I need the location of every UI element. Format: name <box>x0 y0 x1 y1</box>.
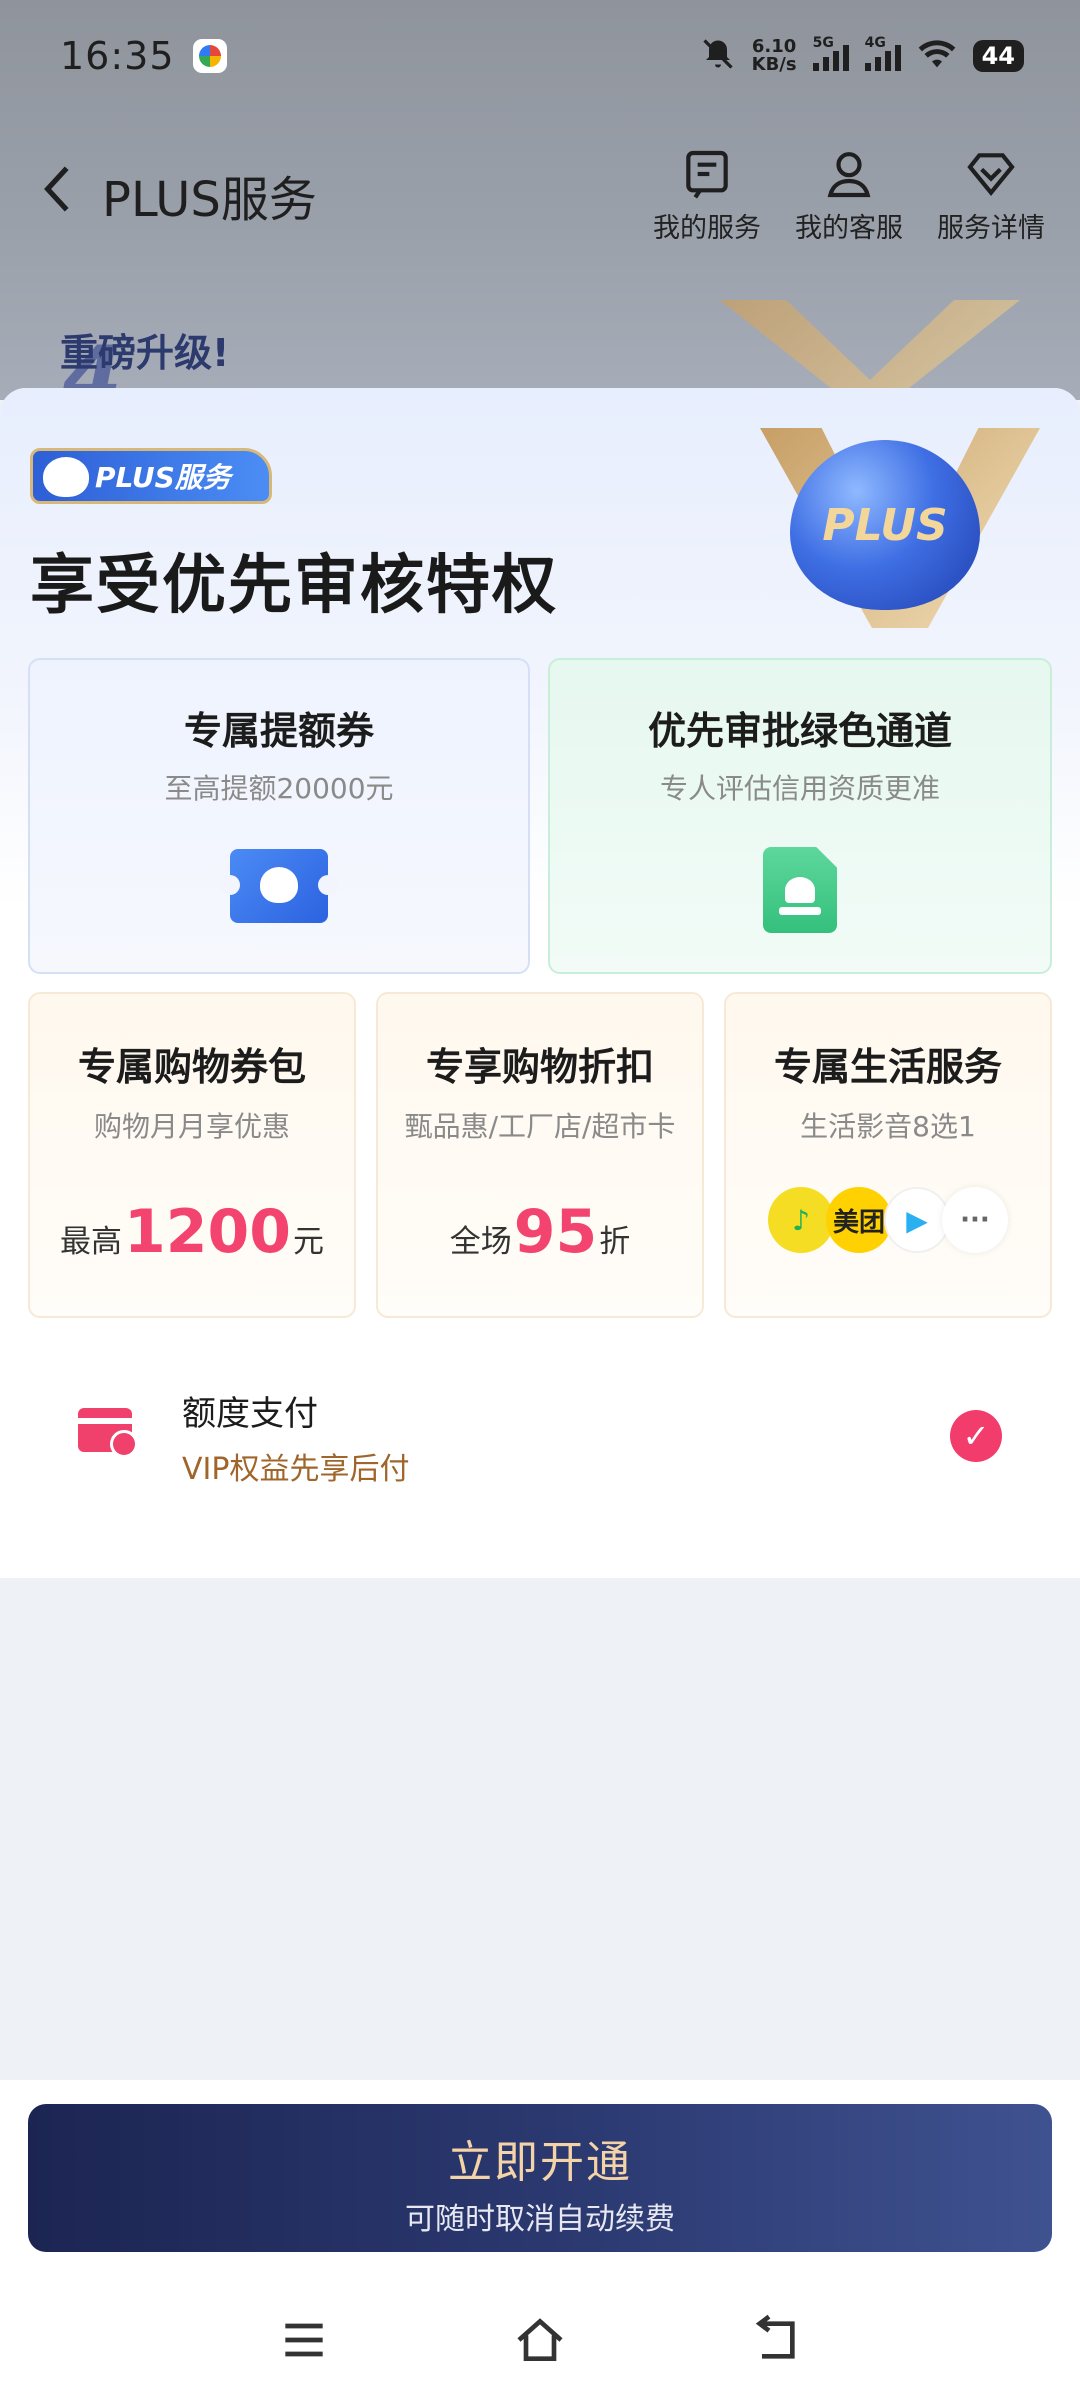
price-suffix: 元 <box>293 1224 324 1260</box>
banner-v-graphic <box>720 300 1020 400</box>
background-page: 16:35 6.10 KB/s 5G 4G 44 PLUS服务 我的服务 我的客… <box>0 0 1080 428</box>
cta-main-label: 立即开通 <box>448 2137 632 2188</box>
net-speed: 6.10 KB/s <box>752 38 797 74</box>
payment-option-credit-pay[interactable]: 额度支付 VIP权益先享后付 ✓ <box>28 1338 1052 1532</box>
app-notification-icon <box>192 39 227 73</box>
price-text: 全场95折 <box>378 1197 702 1267</box>
page-title: PLUS服务 <box>102 172 317 228</box>
banner-headline: 重磅升级! <box>60 331 230 375</box>
document-stamp-icon <box>763 847 837 933</box>
meituan-icon: 美团 <box>826 1187 892 1253</box>
card-subtitle: 购物月月享优惠 <box>93 1110 290 1143</box>
signal-4g-icon: 4G <box>864 35 901 71</box>
system-navigation-bar <box>0 2302 1080 2382</box>
price-value: 1200 <box>124 1197 291 1267</box>
status-bar: 16:35 6.10 KB/s 5G 4G 44 <box>60 28 1024 84</box>
ticket-icon <box>220 849 338 923</box>
home-icon[interactable] <box>512 2312 568 2372</box>
signal-5g-label: 5G <box>812 35 834 51</box>
benefit-card-shopping-coupons[interactable]: 专属购物券包 购物月月享优惠 最高1200元 <box>28 992 356 1318</box>
my-support-button[interactable]: 我的客服 <box>790 146 908 245</box>
wallet-clock-icon <box>78 1408 138 1458</box>
status-time: 16:35 <box>60 34 175 78</box>
my-service-button[interactable]: 我的服务 <box>648 146 766 245</box>
my-support-label: 我的客服 <box>795 212 903 244</box>
qq-music-icon: ♪ <box>768 1187 834 1253</box>
service-details-label: 服务详情 <box>937 212 1045 244</box>
benefit-card-shopping-discount[interactable]: 专享购物折扣 甄品惠/工厂店/超市卡 全场95折 <box>376 992 704 1318</box>
wifi-icon <box>917 38 957 74</box>
mute-bell-icon <box>700 36 736 76</box>
badge-label: PLUS服务 <box>95 461 231 494</box>
chevron-left-icon[interactable] <box>40 163 80 228</box>
signal-5g-icon: 5G <box>812 35 849 71</box>
list-doc-icon <box>686 150 728 198</box>
price-text: 最高1200元 <box>30 1197 354 1267</box>
price-value: 95 <box>513 1197 598 1267</box>
net-speed-unit: KB/s <box>751 54 797 75</box>
price-prefix: 最高 <box>60 1224 122 1260</box>
card-title: 优先审批绿色通道 <box>647 709 952 753</box>
service-details-button[interactable]: 服务详情 <box>932 146 1050 245</box>
more-icon: ··· <box>942 1187 1008 1253</box>
sheet-title: 享受优先审核特权 <box>30 549 558 623</box>
card-subtitle: 生活影音8选1 <box>800 1110 976 1143</box>
divider-strip <box>0 1532 1080 1578</box>
activate-now-button[interactable]: 立即开通 可随时取消自动续费 <box>28 2104 1052 2252</box>
battery-indicator: 44 <box>972 40 1024 72</box>
benefit-card-life-services[interactable]: 专属生活服务 生活影音8选1 ♪ 美团 ▶ ··· <box>724 992 1052 1318</box>
diamond-icon <box>967 152 1015 196</box>
signal-4g-label: 4G <box>864 35 886 51</box>
price-prefix: 全场 <box>449 1224 512 1260</box>
tencent-video-icon: ▶ <box>884 1187 950 1253</box>
cta-sub-label: 可随时取消自动续费 <box>405 2202 675 2237</box>
card-title: 专属提额券 <box>183 709 374 753</box>
agent-icon <box>827 151 871 197</box>
hero-plus-label: PLUS <box>822 499 948 551</box>
check-icon[interactable]: ✓ <box>950 1410 1002 1462</box>
payment-title: 额度支付 <box>182 1394 318 1434</box>
card-title: 专属购物券包 <box>77 1045 306 1089</box>
my-service-label: 我的服务 <box>653 212 761 244</box>
plus-service-sheet: PLUS PLUS服务 享受优先审核特权 专属提额券 至高提额20000元 优先… <box>0 388 1080 1532</box>
partner-apps-row: ♪ 美团 ▶ ··· <box>726 1187 1050 1253</box>
payment-subtitle: VIP权益先享后付 <box>182 1452 410 1487</box>
benefit-card-priority-approval[interactable]: 优先审批绿色通道 专人评估信用资质更准 <box>548 658 1052 974</box>
heart-logo-icon <box>43 457 89 497</box>
footer-bar: 立即开通 可随时取消自动续费 <box>0 2080 1080 2400</box>
menu-icon[interactable] <box>276 2312 332 2372</box>
top-navigation-bar: PLUS服务 我的服务 我的客服 服务详情 <box>40 140 1050 250</box>
price-suffix: 折 <box>599 1224 631 1260</box>
card-subtitle: 甄品惠/工厂店/超市卡 <box>404 1110 676 1143</box>
card-title: 专享购物折扣 <box>425 1045 654 1089</box>
card-title: 专属生活服务 <box>773 1045 1002 1089</box>
plus-service-badge: PLUS服务 <box>30 448 272 504</box>
card-subtitle: 专人评估信用资质更准 <box>659 772 940 805</box>
benefit-card-credit-coupon[interactable]: 专属提额券 至高提额20000元 <box>28 658 530 974</box>
back-icon[interactable] <box>748 2312 804 2372</box>
card-subtitle: 至高提额20000元 <box>164 772 394 805</box>
